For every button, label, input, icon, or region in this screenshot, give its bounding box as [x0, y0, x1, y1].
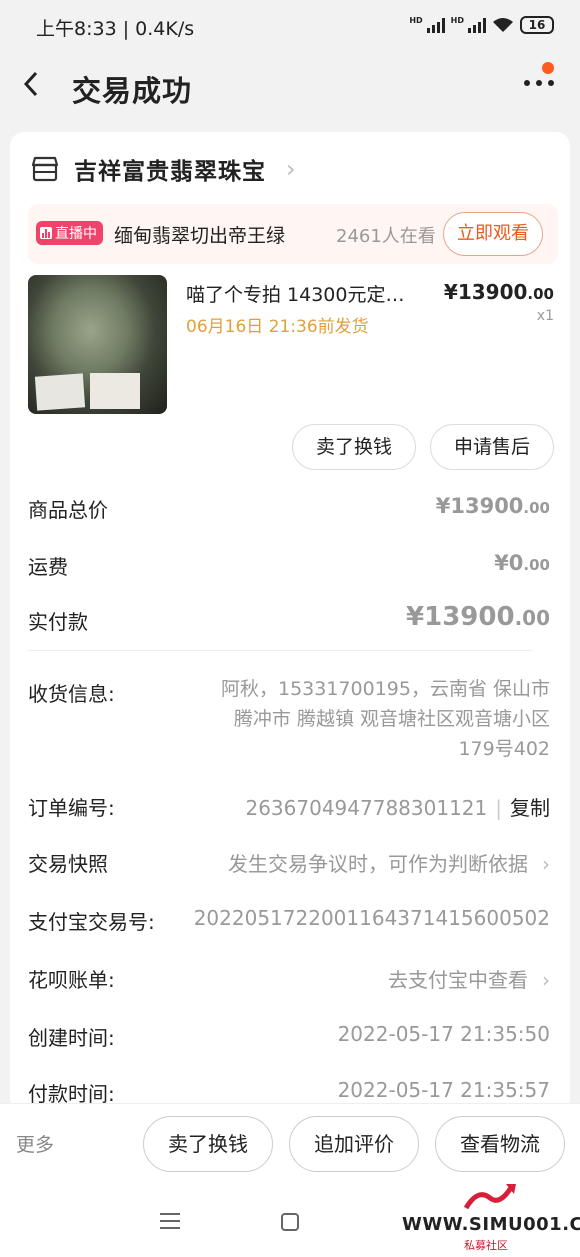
- product-title[interactable]: 喵了个专拍 14300元定…: [186, 280, 404, 307]
- home-icon[interactable]: [281, 1213, 299, 1231]
- live-viewers: 2461人在看: [336, 226, 436, 247]
- live-bars-icon: [40, 227, 52, 239]
- snapshot-label: 交易快照: [28, 852, 108, 876]
- product-image[interactable]: [28, 275, 167, 414]
- order-card: 吉祥富贵翡翠珠宝 › 直播中 缅甸翡翠切出帝王绿 2461人在看 立即观看 喵了…: [10, 132, 570, 1112]
- more-button[interactable]: 更多: [16, 1130, 54, 1157]
- product-qty: x1: [536, 308, 554, 324]
- live-banner[interactable]: 直播中 缅甸翡翠切出帝王绿 2461人在看 立即观看: [28, 204, 558, 264]
- huabei-label: 花呗账单:: [28, 968, 115, 992]
- battery-icon: 16: [520, 16, 554, 34]
- sell-for-cash-bottom-button[interactable]: 卖了换钱: [143, 1116, 273, 1172]
- add-review-button[interactable]: 追加评价: [289, 1116, 419, 1172]
- status-time: 上午8:33 | 0.4K/s: [36, 18, 195, 40]
- created-time-label: 创建时间:: [28, 1026, 115, 1050]
- shipping-value: ¥0.00: [494, 551, 550, 575]
- alipay-label: 支付宝交易号:: [28, 910, 155, 934]
- address-value: 阿秋，15331700195，云南省 保山市 腾冲市 腾越镇 观音塘社区观音塘小…: [220, 678, 550, 760]
- chevron-right-icon: ›: [286, 155, 296, 183]
- shipping-label: 运费: [28, 555, 68, 579]
- huabei-value: 去支付宝中查看 ›: [388, 968, 550, 992]
- divider: [28, 650, 532, 651]
- paid-value: ¥13900.00: [406, 602, 550, 632]
- watermark-text: WWW.SIMU001.CN: [402, 1214, 580, 1235]
- status-icons: HD HD 16: [409, 16, 554, 34]
- watermark-logo: [463, 1184, 516, 1210]
- notification-dot: [542, 62, 554, 74]
- chevron-right-icon: ›: [542, 968, 550, 992]
- paid-label: 实付款: [28, 610, 88, 634]
- bottom-action-bar: 更多 卖了换钱 追加评价 查看物流: [0, 1103, 580, 1187]
- more-menu-icon[interactable]: [524, 80, 554, 86]
- alipay-value: 2022051722001164371415600502: [193, 906, 550, 930]
- watermark: WWW.SIMU001.CN 私募社区: [400, 1180, 580, 1257]
- ship-deadline: 06月16日 21:36前发货: [186, 317, 369, 337]
- shop-icon: [31, 156, 59, 182]
- snapshot-value: 发生交易争议时，可作为判断依据 ›: [228, 852, 550, 876]
- menu-icon[interactable]: [160, 1213, 180, 1234]
- live-badge-label: 直播中: [55, 226, 97, 242]
- paid-time-value: 2022-05-17 21:35:57: [337, 1078, 550, 1102]
- live-title: 缅甸翡翠切出帝王绿: [114, 225, 286, 247]
- sell-for-cash-button[interactable]: 卖了换钱: [292, 424, 416, 470]
- signal-icon-2: [468, 17, 486, 33]
- shop-name: 吉祥富贵翡翠珠宝: [74, 159, 266, 185]
- hd-icon-2: HD: [450, 16, 464, 25]
- status-bar: 上午8:33 | 0.4K/s HD HD 16: [0, 0, 580, 52]
- order-number-label: 订单编号:: [28, 796, 115, 820]
- signal-icon: [426, 17, 445, 33]
- order-number-value: 2636704947788301121 | 复制: [245, 796, 550, 820]
- watch-now-button[interactable]: 立即观看: [443, 212, 543, 256]
- total-value: ¥13900.00: [435, 494, 550, 518]
- watermark-subtext: 私募社区: [464, 1239, 508, 1252]
- copy-button[interactable]: 复制: [510, 796, 550, 820]
- created-time-value: 2022-05-17 21:35:50: [337, 1022, 550, 1046]
- page-header: 交易成功: [0, 52, 580, 122]
- live-badge: 直播中: [36, 221, 103, 245]
- page-title: 交易成功: [72, 74, 193, 108]
- shop-link[interactable]: 吉祥富贵翡翠珠宝 ›: [30, 152, 296, 186]
- back-arrow-icon[interactable]: [22, 70, 40, 104]
- after-sale-button[interactable]: 申请售后: [430, 424, 554, 470]
- chevron-right-icon: ›: [542, 852, 550, 876]
- view-logistics-button[interactable]: 查看物流: [435, 1116, 565, 1172]
- product-price: ¥13900.00: [443, 280, 554, 304]
- address-label: 收货信息:: [28, 682, 115, 706]
- hd-icon: HD: [409, 16, 423, 25]
- wifi-icon: [493, 18, 513, 32]
- total-label: 商品总价: [28, 498, 108, 522]
